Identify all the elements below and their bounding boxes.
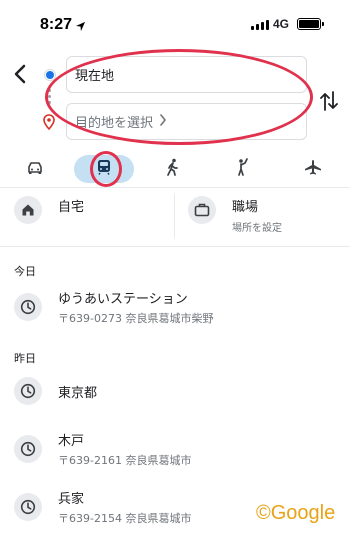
hail-icon [235, 158, 251, 180]
walk-icon [166, 158, 180, 180]
saved-work[interactable]: 職場 場所を設定 [188, 196, 282, 242]
route-dots [48, 89, 51, 107]
history-title: ゆうあいステーション [58, 292, 188, 307]
saved-bottom-divider [0, 246, 350, 247]
history-title: 木戸 [58, 434, 85, 449]
clock-icon [14, 435, 42, 463]
saved-home[interactable]: 自宅 [14, 196, 84, 242]
google-watermark: ©Google [256, 502, 336, 524]
tab-ride[interactable] [223, 155, 263, 183]
saved-divider [174, 194, 175, 238]
battery-icon [297, 18, 324, 30]
destination-pin-icon [43, 114, 55, 134]
history-address: 〒639-2161 奈良県葛城市 [58, 454, 192, 467]
history-address: 〒639-2154 奈良県葛城市 [58, 512, 192, 525]
section-yesterday: 昨日 [14, 352, 36, 365]
destination-input[interactable]: 目的地を選択 [66, 103, 307, 140]
clock-icon [14, 293, 42, 321]
origin-dot-icon [45, 70, 55, 80]
history-item[interactable]: 東京都 [14, 377, 334, 405]
origin-input[interactable]: 現在地 [66, 56, 307, 93]
work-sublabel: 場所を設定 [232, 223, 282, 234]
tab-car[interactable] [15, 155, 55, 183]
status-bar: 8:27 4G [0, 0, 350, 50]
car-icon [26, 160, 44, 179]
home-label: 自宅 [58, 200, 85, 215]
history-item[interactable]: ゆうあいステーション 〒639-0273 奈良県葛城市柴野 [14, 288, 334, 326]
tab-flight[interactable] [293, 155, 333, 183]
tabs-divider [0, 187, 350, 188]
chevron-right-icon [159, 113, 167, 130]
network-label: 4G [273, 17, 290, 31]
history-title: 東京都 [58, 385, 98, 401]
back-arrow-icon[interactable] [10, 62, 32, 86]
briefcase-icon [188, 196, 216, 224]
destination-placeholder: 目的地を選択 [75, 116, 154, 131]
swap-icon[interactable] [320, 90, 338, 116]
travel-mode-tabs [0, 151, 350, 189]
tab-walk[interactable] [153, 155, 193, 183]
work-label: 職場 [232, 200, 259, 215]
history-address: 〒639-0273 奈良県葛城市柴野 [58, 312, 214, 325]
clock-icon [14, 493, 42, 521]
location-arrow-icon [75, 17, 86, 36]
clock-icon [14, 377, 42, 405]
section-today: 今日 [14, 265, 36, 278]
tab-transit[interactable] [74, 155, 134, 183]
status-time: 8:27 [40, 16, 73, 33]
train-icon [96, 159, 112, 179]
airplane-icon [304, 159, 322, 179]
history-item[interactable]: 木戸 〒639-2161 奈良県葛城市 [14, 430, 334, 468]
signal-icon [251, 20, 269, 30]
origin-value: 現在地 [75, 69, 115, 84]
home-icon [14, 196, 42, 224]
history-title: 兵家 [58, 492, 85, 507]
